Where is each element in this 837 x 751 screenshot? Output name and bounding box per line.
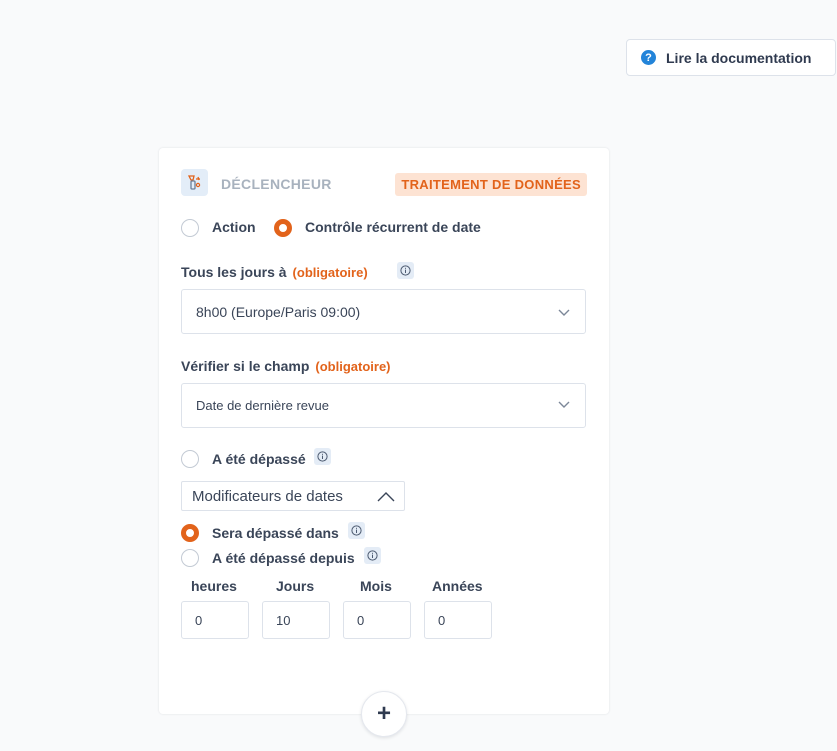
chevron-up-icon [376,490,396,508]
time-field-label: Tous les jours à (obligatoire) [181,264,368,280]
years-input[interactable] [424,601,492,639]
time-select[interactable]: 8h00 (Europe/Paris 09:00) [181,289,586,334]
documentation-label: Lire la documentation [666,49,812,66]
radio-will-pass-in-label: Sera dépassé dans [212,525,339,541]
radio-passed-since[interactable] [181,549,199,567]
radio-will-pass-in[interactable] [181,524,199,542]
required-marker: (obligatoire) [315,359,391,374]
hours-label: heures [191,578,237,594]
days-input[interactable] [262,601,330,639]
date-modifiers-label: Modificateurs de dates [192,487,343,505]
info-icon[interactable] [364,547,381,564]
radio-recurring-date[interactable] [274,219,292,237]
info-icon[interactable] [348,522,365,539]
date-modifiers-toggle[interactable]: Modificateurs de dates [181,481,405,511]
months-label: Mois [360,578,392,594]
date-field-label-text: Vérifier si le champ [181,358,310,374]
days-label: Jours [276,578,315,594]
time-select-value: 8h00 (Europe/Paris 09:00) [196,303,361,320]
documentation-button[interactable]: ? Lire la documentation [626,39,836,76]
date-field-select-value: Date de dernière revue [196,398,329,413]
radio-recurring-date-label: Contrôle récurrent de date [305,219,481,235]
chevron-down-icon [557,305,571,324]
hours-input[interactable] [181,601,249,639]
chevron-down-icon [557,397,571,416]
question-circle-icon: ? [641,50,656,65]
radio-action-label: Action [212,219,256,235]
time-field-label-text: Tous les jours à [181,264,287,280]
months-input[interactable] [343,601,411,639]
required-marker: (obligatoire) [292,265,368,280]
add-step-button[interactable]: + [361,691,407,737]
info-icon[interactable] [314,448,331,465]
radio-action[interactable] [181,219,199,237]
radio-has-passed[interactable] [181,450,199,468]
category-badge: TRAITEMENT DE DONNÉES [395,173,587,196]
date-field-select[interactable]: Date de dernière revue [181,383,586,428]
radio-passed-since-label: A été dépassé depuis [212,550,355,566]
card-title: DÉCLENCHEUR [221,176,332,192]
date-field-label: Vérifier si le champ (obligatoire) [181,358,391,374]
card-header: DÉCLENCHEUR TRAITEMENT DE DONNÉES [181,169,587,197]
trigger-icon [181,169,208,196]
plus-icon: + [376,700,391,727]
radio-has-passed-label: A été dépassé [212,451,306,467]
trigger-card: DÉCLENCHEUR TRAITEMENT DE DONNÉES Action… [159,148,609,714]
years-label: Années [432,578,483,594]
info-icon[interactable] [397,262,414,279]
